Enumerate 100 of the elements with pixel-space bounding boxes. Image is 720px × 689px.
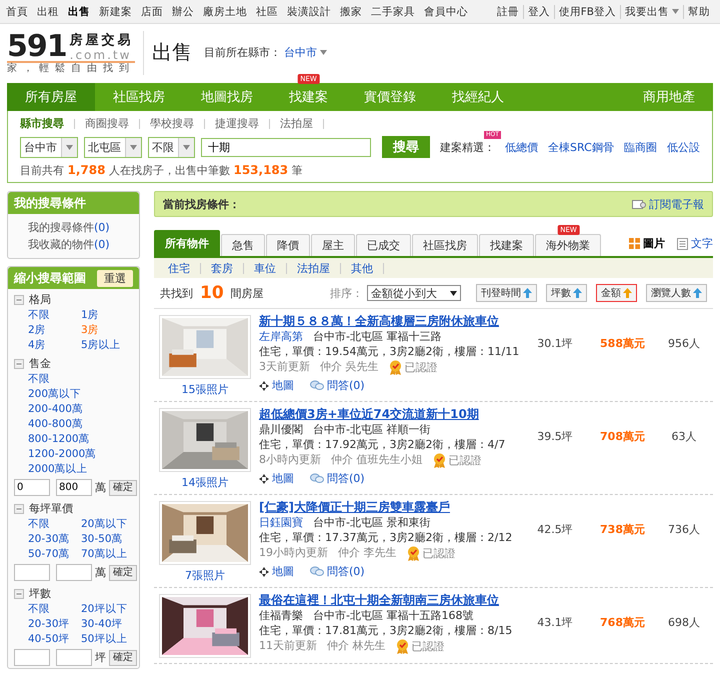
photo-count-link[interactable]: 14張照片: [182, 476, 228, 489]
reset-button[interactable]: 重選: [97, 270, 133, 286]
photo-count-link[interactable]: 15張照片: [182, 383, 228, 396]
saved-count-link[interactable]: (0): [94, 221, 110, 234]
sort-button[interactable]: 金額: [596, 284, 637, 302]
listing-title-link[interactable]: [仁豪]大降價正十期三房雙車露臺戶: [259, 501, 517, 514]
qa-link[interactable]: 問答(0): [327, 472, 365, 485]
top-nav-link[interactable]: 註冊: [496, 4, 519, 18]
confirm-button[interactable]: 確定: [109, 650, 137, 666]
top-nav-link[interactable]: 新建案: [99, 4, 132, 18]
min-field[interactable]: 0: [14, 479, 50, 496]
confirm-button[interactable]: 確定: [109, 480, 137, 496]
listing-tab[interactable]: 社區找房: [412, 234, 478, 256]
top-nav-link[interactable]: 會員中心: [424, 4, 468, 18]
filter-option[interactable]: 30-40坪: [81, 617, 133, 631]
top-nav-link[interactable]: 店面: [141, 4, 163, 18]
category-link[interactable]: 套房: [201, 262, 244, 274]
filter-option[interactable]: 70萬以上: [81, 547, 133, 561]
community-link[interactable]: 日鈺園寶: [259, 516, 303, 529]
filter-option[interactable]: 40-50坪: [28, 632, 81, 646]
filter-option[interactable]: 4房: [28, 338, 81, 352]
top-nav-link[interactable]: 登入: [528, 4, 550, 18]
sort-select[interactable]: 金額從小到大: [367, 285, 461, 301]
sort-button[interactable]: 坪數: [546, 284, 587, 302]
filter-option[interactable]: 2000萬以上: [28, 462, 133, 476]
search-tab[interactable]: 縣市搜尋: [20, 119, 75, 129]
featured-link[interactable]: 低公設: [666, 140, 700, 154]
top-nav-link[interactable]: 出售: [68, 4, 90, 18]
featured-link[interactable]: 全棟SRC鋼骨: [548, 140, 614, 154]
view-mode-link[interactable]: 文字: [691, 236, 713, 251]
listing-tab[interactable]: 所有物件: [154, 230, 220, 256]
filter-option[interactable]: 200-400萬: [28, 402, 133, 416]
search-tab[interactable]: 商圈搜尋: [75, 119, 140, 129]
qa-link[interactable]: 問答(0): [327, 565, 365, 578]
featured-link[interactable]: 低總價: [505, 140, 538, 154]
filter-option[interactable]: 2房: [28, 323, 81, 337]
select-field[interactable]: 不限: [148, 136, 195, 158]
filter-option[interactable]: 不限: [28, 602, 81, 616]
search-tab[interactable]: 捷運搜尋: [205, 119, 270, 129]
min-field[interactable]: [14, 564, 50, 581]
filter-option[interactable]: 不限: [28, 372, 133, 386]
top-nav-link[interactable]: 二手家具: [371, 4, 415, 18]
search-button[interactable]: 搜尋: [382, 136, 430, 158]
select-field[interactable]: 台中市: [20, 136, 78, 158]
category-link[interactable]: 其他: [341, 262, 384, 274]
filter-option[interactable]: 不限: [28, 308, 81, 322]
category-link[interactable]: 車位: [244, 262, 287, 274]
category-link[interactable]: 住宅: [158, 262, 201, 274]
search-tab[interactable]: 學校搜尋: [140, 119, 205, 129]
top-nav-link[interactable]: 幫助: [688, 4, 710, 18]
filter-option[interactable]: 400-800萬: [28, 417, 133, 431]
filter-option[interactable]: 1房: [81, 308, 133, 322]
filter-option[interactable]: 20-30萬: [28, 532, 81, 546]
view-mode-link[interactable]: 圖片: [643, 236, 665, 251]
top-nav-link[interactable]: 首頁: [6, 4, 28, 18]
max-field[interactable]: 800: [56, 479, 92, 496]
min-field[interactable]: [14, 649, 50, 666]
saved-count-link[interactable]: (0): [94, 238, 110, 251]
listing-tab[interactable]: 找建案: [479, 234, 534, 256]
confirm-button[interactable]: 確定: [109, 564, 137, 580]
featured-link[interactable]: 臨商圈: [624, 140, 657, 154]
search-tab[interactable]: 法拍屋: [270, 119, 324, 129]
top-nav-link[interactable]: 搬家: [340, 4, 362, 18]
collapse-icon[interactable]: [14, 504, 24, 514]
top-nav-link[interactable]: 出租: [37, 4, 59, 18]
select-field[interactable]: 北屯區: [84, 136, 142, 158]
map-link[interactable]: 地圖: [272, 565, 294, 578]
listing-tab[interactable]: 急售: [221, 234, 265, 256]
collapse-icon[interactable]: [14, 589, 24, 599]
filter-option[interactable]: 800-1200萬: [28, 432, 133, 446]
listing-tab[interactable]: 已成交: [356, 234, 411, 256]
top-nav-link[interactable]: 廠房土地: [203, 4, 247, 18]
max-field[interactable]: [56, 649, 92, 666]
subscribe-link[interactable]: 訂閱電子報: [649, 196, 704, 212]
photo-count-link[interactable]: 7張照片: [185, 569, 225, 582]
filter-option[interactable]: 5房以上: [81, 338, 133, 352]
main-nav-tab[interactable]: 所有房屋: [7, 83, 95, 111]
top-nav-link[interactable]: 辦公: [172, 4, 194, 18]
qa-link[interactable]: 問答(0): [327, 379, 365, 392]
sort-button[interactable]: 瀏覽人數: [646, 284, 707, 302]
community-link[interactable]: 左岸高第: [259, 330, 303, 343]
top-nav-link[interactable]: 裝潢設計: [287, 4, 331, 18]
search-field[interactable]: 十期: [201, 138, 371, 156]
top-nav-link[interactable]: 使用FB登入: [558, 4, 616, 18]
city-link[interactable]: 台中市: [284, 45, 317, 60]
max-field[interactable]: [56, 564, 92, 581]
filter-option[interactable]: 20萬以下: [81, 517, 133, 531]
listing-tab[interactable]: 屋主: [311, 234, 355, 256]
map-link[interactable]: 地圖: [272, 379, 294, 392]
filter-option[interactable]: 不限: [28, 517, 81, 531]
filter-option[interactable]: 1200-2000萬: [28, 447, 133, 461]
filter-option[interactable]: 50坪以上: [81, 632, 133, 646]
collapse-icon[interactable]: [14, 295, 24, 305]
collapse-icon[interactable]: [14, 359, 24, 369]
filter-option[interactable]: 200萬以下: [28, 387, 133, 401]
map-link[interactable]: 地圖: [272, 472, 294, 485]
listing-tab[interactable]: 降價: [266, 234, 310, 256]
sort-button[interactable]: 刊登時間: [476, 284, 537, 302]
listing-title-link[interactable]: 新十期５８８萬！全新高樓層三房附休旅車位: [259, 315, 517, 328]
filter-option[interactable]: 20坪以下: [81, 602, 133, 616]
